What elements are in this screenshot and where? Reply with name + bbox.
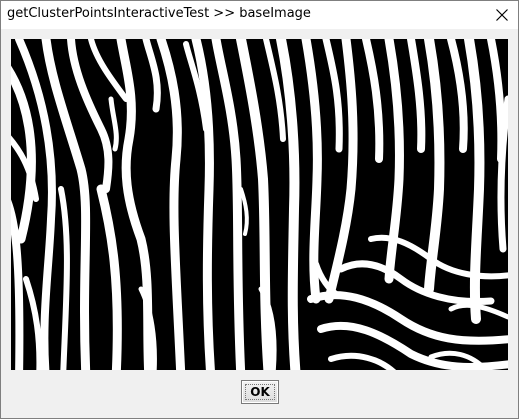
window-title: getClusterPointsInteractiveTest >> baseI… [7,6,311,21]
title-bar[interactable]: getClusterPointsInteractiveTest >> baseI… [1,1,518,29]
dialog-window: getClusterPointsInteractiveTest >> baseI… [0,0,519,419]
close-icon [496,9,508,21]
ok-button[interactable]: OK [241,380,279,404]
zebra-stripe-image [11,39,508,370]
close-button[interactable] [484,1,518,29]
base-image-panel [11,39,508,370]
